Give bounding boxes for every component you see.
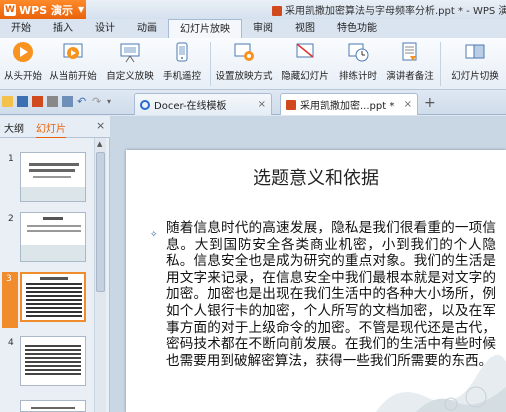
slide-thumbnail-1[interactable] (20, 152, 86, 202)
panel-tabs: 大纲 幻灯片 × (0, 116, 110, 139)
menu-animation[interactable]: 动画 (126, 19, 168, 38)
custom-show-icon (120, 43, 140, 63)
slide-thumbnail-4[interactable] (20, 336, 86, 386)
menu-bar: 开始 插入 设计 动画 幻灯片放映 审阅 视图 特色功能 (0, 18, 506, 39)
play-from-start-button[interactable]: 从头开始 (3, 41, 43, 87)
hide-slide-label: 隐藏幻灯片 (281, 71, 329, 82)
setup-show-button[interactable]: 设置放映方式 (214, 41, 274, 87)
bullet-icon: ✧ (150, 230, 158, 240)
new-tab-icon[interactable]: + (424, 95, 436, 111)
save-icon[interactable] (17, 96, 28, 107)
slide-number: 2 (8, 214, 14, 224)
tab-docer-templates[interactable]: Docer-在线模板 × (134, 93, 272, 115)
document-title: 采用凯撒加密算法与字母频率分析.ppt * - WPS 演示 (272, 2, 506, 17)
slide-number: 4 (8, 338, 14, 348)
slide-transition-label: 幻灯片切换 (451, 71, 499, 82)
play-icon (13, 42, 33, 62)
ribbon-divider (210, 42, 211, 86)
play-from-start-label: 从头开始 (3, 71, 42, 82)
current-slide[interactable]: 选题意义和依据 ✧ 随着信息时代的高速发展，隐私是我们很看重的一项信息。大到国防… (126, 150, 506, 412)
ppt-file-icon (272, 6, 282, 16)
menu-insert[interactable]: 插入 (42, 19, 84, 38)
tab-docer-label: Docer-在线模板 (154, 101, 227, 112)
play-from-current-label: 从当前开始 (49, 71, 97, 82)
scroll-up-icon[interactable]: ▲ (97, 140, 102, 148)
docer-icon (140, 99, 150, 110)
speaker-notes-label: 演讲者备注 (386, 71, 434, 82)
timer-icon (348, 43, 369, 62)
setup-show-label: 设置放映方式 (215, 71, 273, 82)
tab-document-label: 采用凯撒加密...ppt * (300, 101, 395, 112)
print-preview-icon[interactable] (62, 96, 73, 107)
ribbon: 从头开始 从当前开始 自定义放映 手机遥控 设置放映方式 隐藏幻灯片 排练计时 … (0, 38, 506, 90)
tab-outline[interactable]: 大纲 (4, 120, 24, 135)
phone-remote-label: 手机遥控 (162, 71, 201, 82)
slide-thumbnail-3[interactable] (20, 272, 86, 322)
close-icon[interactable]: × (258, 99, 266, 110)
phone-remote-button[interactable]: 手机遥控 (160, 41, 204, 87)
phone-remote-icon (176, 42, 188, 62)
menu-slideshow[interactable]: 幻灯片放映 (168, 18, 242, 39)
close-icon[interactable]: × (404, 99, 412, 110)
menu-view[interactable]: 视图 (284, 19, 326, 38)
slide-transition-button[interactable]: 幻灯片切换 (446, 41, 504, 87)
rehearse-timing-button[interactable]: 排练计时 (336, 41, 380, 87)
slide-thumbnail-5[interactable] (20, 400, 86, 412)
menu-features[interactable]: 特色功能 (326, 19, 388, 38)
ribbon-divider (440, 42, 441, 86)
close-icon[interactable]: × (96, 119, 105, 132)
app-name: WPS 演示 (19, 3, 73, 17)
slide-number: 3 (6, 274, 12, 284)
ppt-file-icon (286, 99, 296, 110)
export-icon[interactable] (32, 96, 43, 107)
menu-review[interactable]: 审阅 (242, 19, 284, 38)
custom-show-label: 自定义放映 (106, 71, 154, 82)
app-menu-button[interactable]: W WPS 演示 ▼ (0, 0, 86, 19)
document-tab-strip: ↶ ↷ ▾ Docer-在线模板 × 采用凯撒加密...ppt * × + (0, 90, 506, 115)
title-bar: W WPS 演示 ▼ 采用凯撒加密算法与字母频率分析.ppt * - WPS 演… (0, 0, 506, 19)
decorative-pattern-icon (376, 354, 506, 412)
slide-title[interactable]: 选题意义和依据 (126, 164, 506, 190)
transition-icon (465, 44, 485, 59)
dropdown-icon[interactable]: ▾ (107, 96, 118, 107)
menu-design[interactable]: 设计 (84, 19, 126, 38)
speaker-notes-button[interactable]: 演讲者备注 (384, 41, 436, 87)
undo-icon[interactable]: ↶ (77, 96, 88, 107)
slide-thumbnail-2[interactable] (20, 212, 86, 262)
custom-show-button[interactable]: 自定义放映 (104, 41, 156, 87)
tab-current-document[interactable]: 采用凯撒加密...ppt * × (280, 93, 418, 115)
print-icon[interactable] (47, 96, 58, 107)
hide-slide-icon (296, 43, 314, 58)
slide-number: 1 (8, 154, 14, 164)
thumbnail-scrollbar[interactable]: ▲ (94, 138, 106, 412)
redo-icon[interactable]: ↷ (92, 96, 103, 107)
document-title-text: 采用凯撒加密算法与字母频率分析.ppt * - WPS 演示 (285, 6, 506, 17)
rehearse-timing-label: 排练计时 (338, 71, 377, 82)
open-folder-icon[interactable] (2, 96, 13, 107)
play-from-current-button[interactable]: 从当前开始 (47, 41, 99, 87)
slide-editor-canvas: 选题意义和依据 ✧ 随着信息时代的高速发展，隐私是我们很看重的一项信息。大到国防… (110, 116, 506, 412)
speaker-notes-icon (402, 42, 417, 61)
scrollbar-thumb[interactable] (96, 152, 105, 292)
wps-logo-icon: W (4, 3, 16, 16)
hide-slide-button[interactable]: 隐藏幻灯片 (278, 41, 332, 87)
tab-slides[interactable]: 幻灯片 (36, 120, 66, 139)
setup-show-icon (234, 43, 254, 61)
toolbar-icons: ↶ ↷ ▾ (2, 96, 118, 107)
chevron-down-icon: ▼ (77, 5, 85, 14)
play-current-icon (63, 43, 83, 59)
selected-slide-marker: 3 (2, 272, 18, 328)
menu-start[interactable]: 开始 (0, 19, 42, 38)
